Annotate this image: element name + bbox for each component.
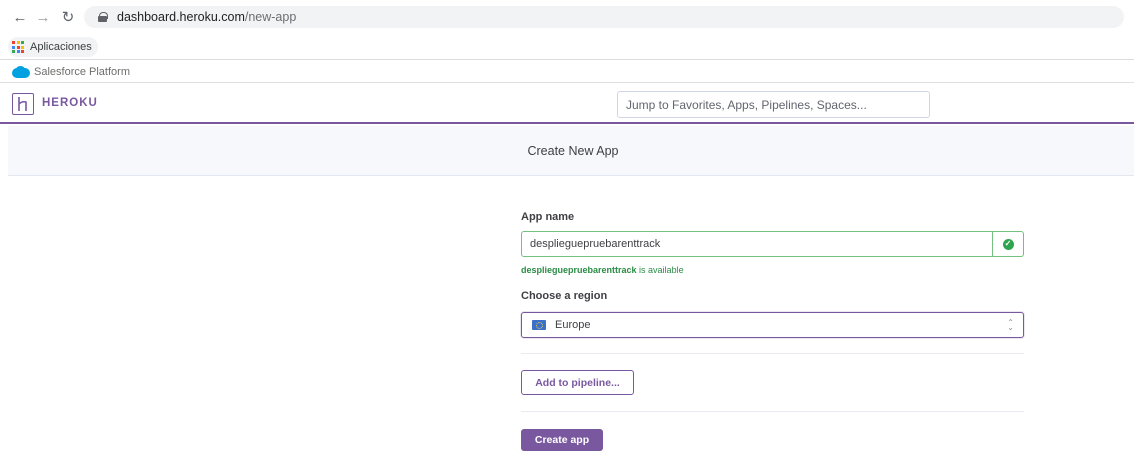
url-path: /new-app (244, 10, 297, 24)
reload-icon[interactable]: ↻ (58, 7, 78, 27)
region-select[interactable]: Europe ⌃ ⌄ (521, 312, 1024, 338)
search-input[interactable] (617, 91, 930, 118)
page-title: Create New App (527, 143, 619, 158)
check-circle-icon: ✓ (1002, 238, 1014, 250)
availability-indicator: ✓ (993, 231, 1024, 257)
browser-toolbar: ← → ↻ dashboard.heroku.com/new-app (0, 0, 1134, 34)
chevron-updown-icon: ⌃ ⌄ (1007, 318, 1014, 332)
availability-message: desplieguepruebarenttrack is available (521, 265, 684, 275)
availability-suffix: is available (636, 265, 684, 275)
page-subheader: Create New App (8, 126, 1134, 176)
divider (521, 411, 1024, 412)
availability-app-name: desplieguepruebarenttrack (521, 265, 637, 275)
bookmark-apps-label: Aplicaciones (30, 41, 92, 53)
app-name-input[interactable] (521, 231, 993, 257)
salesforce-bar: Salesforce Platform (0, 61, 1134, 83)
salesforce-label[interactable]: Salesforce Platform (34, 66, 130, 78)
app-name-group: ✓ (521, 231, 1024, 257)
arrow-right-icon[interactable]: → (33, 7, 53, 27)
bookmarks-bar: Aplicaciones (0, 34, 1134, 60)
lock-icon (98, 12, 108, 22)
url-host: dashboard.heroku.com (117, 10, 245, 24)
app-name-label: App name (521, 211, 575, 223)
heroku-brand[interactable]: HEROKU (42, 97, 98, 109)
address-bar[interactable]: dashboard.heroku.com/new-app (84, 6, 1124, 28)
region-label: Choose a region (521, 290, 608, 302)
heroku-header: HEROKU (0, 84, 1134, 124)
eu-flag-icon (532, 320, 546, 330)
heroku-logo-icon[interactable] (12, 93, 34, 115)
region-value: Europe (555, 319, 591, 331)
salesforce-cloud-icon (12, 65, 30, 78)
divider (521, 353, 1024, 354)
add-to-pipeline-button[interactable]: Add to pipeline... (521, 370, 634, 395)
arrow-left-icon[interactable]: ← (10, 7, 30, 27)
bookmark-apps[interactable]: Aplicaciones (8, 37, 98, 57)
apps-grid-icon (12, 41, 24, 53)
